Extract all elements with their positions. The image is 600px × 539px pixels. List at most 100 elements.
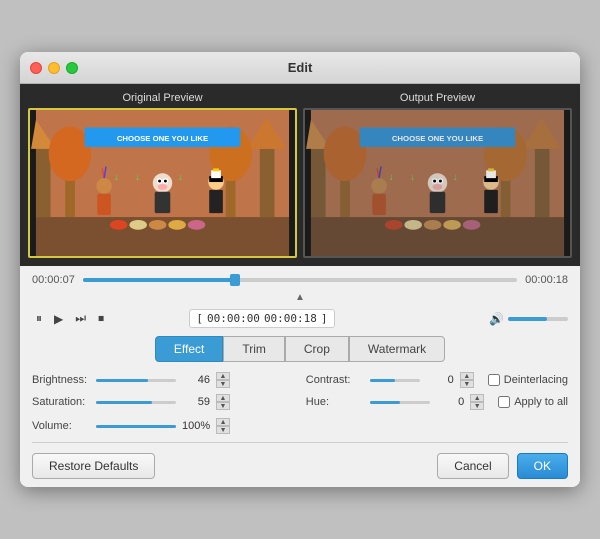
hue-slider[interactable] <box>370 401 430 404</box>
hue-stepper[interactable]: ▲ ▼ <box>470 394 484 410</box>
output-preview-label: Output Preview <box>303 92 572 104</box>
play-button[interactable]: ▶ <box>50 310 67 328</box>
contrast-down[interactable]: ▼ <box>460 380 474 388</box>
saturation-value: 59 <box>182 396 210 408</box>
hue-up[interactable]: ▲ <box>470 394 484 402</box>
range-start-time: 00:00:00 <box>207 312 260 325</box>
tab-crop[interactable]: Crop <box>285 336 349 362</box>
timeline-fill <box>83 278 235 282</box>
volume-icon: 🔊 <box>489 312 504 326</box>
svg-text:↓: ↓ <box>135 172 140 183</box>
title-bar: Edit <box>20 52 580 84</box>
volume-value: 100% <box>182 420 210 432</box>
brightness-label: Brightness: <box>32 374 90 386</box>
contrast-label: Contrast: <box>306 374 364 386</box>
volume-up[interactable]: ▲ <box>216 418 230 426</box>
bracket-close: ] <box>321 312 328 325</box>
svg-text:↓: ↓ <box>178 172 183 183</box>
minimize-button[interactable] <box>48 62 60 74</box>
tab-effect[interactable]: Effect <box>155 336 223 362</box>
brightness-value: 46 <box>182 374 210 386</box>
timeline-track[interactable] <box>83 278 517 282</box>
deinterlacing-row: Deinterlacing <box>488 374 568 386</box>
output-preview-frame: CHOOSE ONE YOU LIKE ↓ ↓ ↓ ↓ <box>303 108 572 258</box>
window-title: Edit <box>288 60 313 75</box>
brightness-down[interactable]: ▼ <box>216 380 230 388</box>
close-button[interactable] <box>30 62 42 74</box>
bracket-open: [ <box>196 312 203 325</box>
timeline-start: 00:00:07 <box>32 274 75 286</box>
timeline-end: 00:00:18 <box>525 274 568 286</box>
contrast-up[interactable]: ▲ <box>460 372 474 380</box>
pause-button[interactable]: ⏸ <box>32 309 46 328</box>
svg-text:↓: ↓ <box>389 172 394 183</box>
contrast-stepper[interactable]: ▲ ▼ <box>460 372 474 388</box>
volume-stepper[interactable]: ▲ ▼ <box>216 418 230 434</box>
hue-row: Hue: 0 ▲ ▼ Apply to all <box>306 394 568 410</box>
volume-slider[interactable] <box>508 317 568 321</box>
edit-window: Edit Original Preview <box>20 52 580 487</box>
volume-section: 🔊 <box>489 312 568 326</box>
saturation-row: Saturation: 59 ▲ ▼ <box>32 394 294 410</box>
transport-buttons: ⏸ ▶ ⏭ ⏹ <box>32 309 108 328</box>
svg-text:CHOOSE ONE YOU LIKE: CHOOSE ONE YOU LIKE <box>117 134 208 143</box>
brightness-stepper[interactable]: ▲ ▼ <box>216 372 230 388</box>
apply-to-all-label: Apply to all <box>514 396 568 408</box>
saturation-slider[interactable] <box>96 401 176 404</box>
volume-param-fill <box>96 425 176 428</box>
saturation-down[interactable]: ▼ <box>216 402 230 410</box>
svg-text:↓: ↓ <box>453 172 458 183</box>
range-end-time: 00:00:18 <box>264 312 317 325</box>
volume-down[interactable]: ▼ <box>216 426 230 434</box>
tab-watermark[interactable]: Watermark <box>349 336 445 362</box>
saturation-fill <box>96 401 152 404</box>
hue-fill <box>370 401 400 404</box>
brightness-slider[interactable] <box>96 379 176 382</box>
deinterlacing-checkbox[interactable] <box>488 374 500 386</box>
tab-trim[interactable]: Trim <box>223 336 285 362</box>
saturation-label: Saturation: <box>32 396 90 408</box>
playhead-marker: ▲ <box>295 292 305 303</box>
hue-label: Hue: <box>306 396 364 408</box>
original-preview-label: Original Preview <box>28 92 297 104</box>
svg-text:↓: ↓ <box>410 172 415 183</box>
separator <box>32 442 568 443</box>
tabs-row: Effect Trim Crop Watermark <box>32 336 568 362</box>
contrast-slider[interactable] <box>370 379 420 382</box>
svg-text:CHOOSE ONE YOU LIKE: CHOOSE ONE YOU LIKE <box>392 134 483 143</box>
apply-to-all-checkbox[interactable] <box>498 396 510 408</box>
params-grid: Brightness: 46 ▲ ▼ Contrast: 0 ▲ <box>32 372 568 410</box>
saturation-up[interactable]: ▲ <box>216 394 230 402</box>
timeline-row: 00:00:07 00:00:18 <box>32 274 568 286</box>
controls-section: 00:00:07 00:00:18 ▲ ⏸ ▶ ⏭ ⏹ [ 00:00:00 0… <box>20 266 580 487</box>
brightness-fill <box>96 379 148 382</box>
output-preview-panel: Output Preview CHOOSE ONE YOU LIKE ↓ <box>303 92 572 258</box>
skip-button[interactable]: ⏭ <box>71 309 90 328</box>
ok-button[interactable]: OK <box>517 453 568 479</box>
hue-down[interactable]: ▼ <box>470 402 484 410</box>
deinterlacing-label: Deinterlacing <box>504 374 568 386</box>
volume-label: Volume: <box>32 420 90 432</box>
hue-value: 0 <box>436 396 464 408</box>
volume-fill <box>508 317 547 321</box>
cancel-button[interactable]: Cancel <box>437 453 508 479</box>
contrast-value: 0 <box>426 374 454 386</box>
footer-row: Restore Defaults Cancel OK <box>32 449 568 479</box>
saturation-stepper[interactable]: ▲ ▼ <box>216 394 230 410</box>
preview-section: Original Preview <box>20 84 580 266</box>
time-range: [ 00:00:00 00:00:18 ] <box>189 309 334 328</box>
traffic-lights <box>30 62 78 74</box>
brightness-row: Brightness: 46 ▲ ▼ <box>32 372 294 388</box>
playhead-row: ▲ <box>32 292 568 303</box>
svg-text:↓: ↓ <box>114 172 119 183</box>
contrast-fill <box>370 379 395 382</box>
original-preview-panel: Original Preview <box>28 92 297 258</box>
original-preview-frame: CHOOSE ONE YOU LIKE ↓ ↓ ↓ ↓ <box>28 108 297 258</box>
volume-param-slider[interactable] <box>96 425 176 428</box>
timeline-thumb[interactable] <box>230 274 240 286</box>
brightness-up[interactable]: ▲ <box>216 372 230 380</box>
maximize-button[interactable] <box>66 62 78 74</box>
restore-defaults-button[interactable]: Restore Defaults <box>32 453 155 479</box>
stop-button[interactable]: ⏹ <box>94 309 108 328</box>
apply-to-all-row: Apply to all <box>498 396 568 408</box>
